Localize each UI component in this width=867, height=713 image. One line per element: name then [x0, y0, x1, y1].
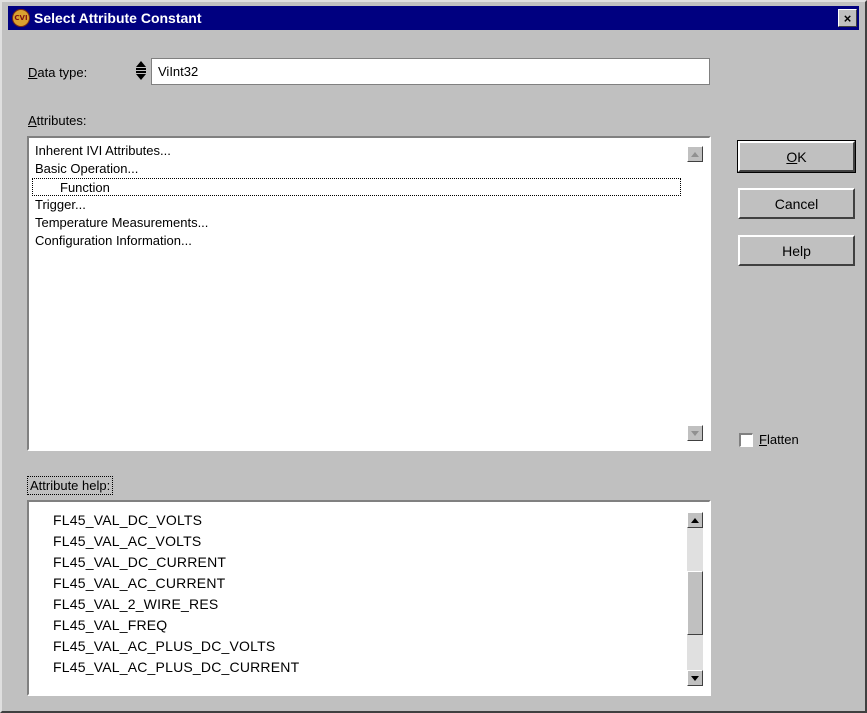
data-type-label-accel: D: [28, 65, 38, 80]
attribute-help-scrollbar[interactable]: [687, 512, 703, 686]
data-type-spinner[interactable]: [135, 60, 147, 84]
data-type-label-rest: ata type:: [37, 65, 88, 80]
data-type-label: Data type:: [28, 65, 87, 80]
attribute-list-item[interactable]: Function: [32, 178, 681, 196]
attribute-list-item[interactable]: Configuration Information...: [35, 232, 679, 250]
arrow-up-icon: [691, 517, 699, 523]
attribute-help-list[interactable]: FL45_VAL_DC_VOLTS FL45_VAL_AC_VOLTS FL45_V…: [27, 500, 711, 696]
data-type-field[interactable]: [151, 58, 710, 85]
flatten-label: Flatten: [759, 432, 799, 447]
scroll-track[interactable]: [687, 528, 703, 670]
attributes-label: Attributes:: [28, 113, 87, 128]
flatten-checkbox-box[interactable]: [739, 432, 753, 447]
ok-button-rest: K: [797, 148, 807, 165]
attribute-help-item[interactable]: FL45_VAL_DC_VOLTS: [53, 510, 679, 531]
attribute-help-item[interactable]: FL45_VAL_DC_CURRENT: [53, 552, 679, 573]
attribute-help-item[interactable]: FL45_VAL_AC_PLUS_DC_VOLTS: [53, 636, 679, 657]
attribute-list-item[interactable]: Basic Operation...: [35, 160, 679, 178]
window-title: Select Attribute Constant: [34, 10, 202, 26]
spin-down-icon[interactable]: [136, 74, 146, 80]
attributes-label-rest: ttributes:: [36, 113, 87, 128]
scroll-down-button[interactable]: [687, 670, 703, 686]
attributes-label-accel: A: [28, 113, 37, 128]
app-icon-text: CVI: [14, 14, 28, 22]
spin-up-icon[interactable]: [136, 61, 146, 67]
attribute-list-item[interactable]: Trigger...: [35, 196, 679, 214]
attribute-list-item[interactable]: Temperature Measurements...: [35, 214, 679, 232]
help-button[interactable]: Help: [738, 235, 855, 266]
attribute-help-item[interactable]: FL45_VAL_FREQ: [53, 615, 679, 636]
cancel-button[interactable]: Cancel: [738, 188, 855, 219]
flatten-label-rest: latten: [766, 432, 799, 447]
arrow-down-icon: [691, 430, 699, 436]
scroll-up-button[interactable]: [687, 146, 703, 162]
scroll-up-button[interactable]: [687, 512, 703, 528]
attribute-help-items: FL45_VAL_DC_VOLTS FL45_VAL_AC_VOLTS FL45_V…: [53, 510, 679, 678]
attributes-list[interactable]: Inherent IVI Attributes... Basic Operatio…: [27, 136, 711, 451]
arrow-down-icon: [691, 675, 699, 681]
title-bar[interactable]: CVI Select Attribute Constant ×: [8, 6, 859, 30]
flatten-checkbox[interactable]: Flatten: [739, 432, 799, 447]
ok-button-accel: O: [786, 148, 798, 165]
attribute-help-item[interactable]: FL45_VAL_AC_VOLTS: [53, 531, 679, 552]
scroll-down-button[interactable]: [687, 425, 703, 441]
cvi-app-icon: CVI: [12, 9, 30, 27]
scroll-thumb[interactable]: [687, 571, 703, 635]
dialog-window: CVI Select Attribute Constant × Data typ…: [0, 0, 867, 713]
attribute-help-label: Attribute help:: [27, 476, 114, 495]
attribute-help-item[interactable]: FL45_VAL_AC_CURRENT: [53, 573, 679, 594]
close-icon: ×: [843, 10, 852, 26]
attributes-items: Inherent IVI Attributes... Basic Operatio…: [32, 142, 681, 250]
ok-button[interactable]: OK: [737, 140, 856, 173]
attribute-list-item[interactable]: Inherent IVI Attributes...: [35, 142, 679, 160]
attributes-scrollbar[interactable]: [687, 146, 703, 441]
flatten-label-accel: F: [759, 432, 767, 447]
arrow-up-icon: [691, 151, 699, 157]
attribute-help-item[interactable]: FL45_VAL_2_WIRE_RES: [53, 594, 679, 615]
attribute-help-item[interactable]: FL45_VAL_AC_PLUS_DC_CURRENT: [53, 657, 679, 678]
close-button[interactable]: ×: [838, 9, 857, 27]
